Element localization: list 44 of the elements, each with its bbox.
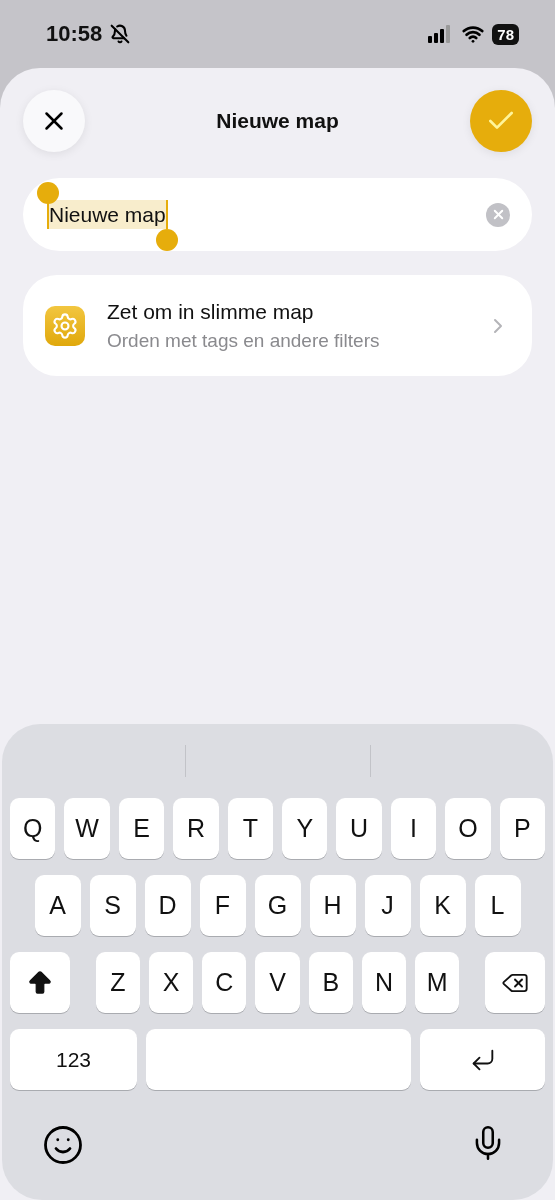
letter-key[interactable]: M <box>415 952 460 1013</box>
shift-key[interactable] <box>10 952 70 1013</box>
wifi-icon <box>462 23 485 45</box>
letter-key[interactable]: J <box>364 875 411 936</box>
letter-key[interactable]: K <box>419 875 466 936</box>
status-time: 10:58 <box>46 21 103 47</box>
letter-key[interactable]: L <box>474 875 521 936</box>
letter-key[interactable]: Z <box>95 952 140 1013</box>
backspace-key[interactable] <box>485 952 546 1013</box>
letter-key[interactable]: O <box>445 798 491 859</box>
selection-handle[interactable] <box>155 228 178 251</box>
row-title: Zet om in slimme map <box>107 299 315 324</box>
letter-key[interactable]: S <box>89 875 136 936</box>
folder-name-field[interactable]: Nieuwe map <box>23 178 532 251</box>
letter-key[interactable]: G <box>254 875 301 936</box>
letter-key[interactable]: T <box>227 798 274 859</box>
battery-level: 78 <box>492 23 519 45</box>
smart-folder-row[interactable]: Zet om in slimme map Orden met tags en andere filters <box>23 275 532 376</box>
letter-key[interactable]: A <box>34 875 81 936</box>
letter-key[interactable]: X <box>148 952 194 1013</box>
letter-key[interactable]: Y <box>282 798 328 859</box>
clear-button[interactable] <box>486 202 510 227</box>
letter-key[interactable]: V <box>255 952 300 1013</box>
letter-key[interactable]: U <box>336 798 382 859</box>
letter-key[interactable]: E <box>118 798 165 859</box>
letter-key[interactable]: W <box>64 798 110 859</box>
letter-key[interactable]: N <box>361 952 407 1013</box>
return-key[interactable] <box>420 1029 545 1090</box>
selected-text: Nieuwe map <box>47 199 168 229</box>
letter-key[interactable]: H <box>309 875 356 936</box>
selection-handle[interactable] <box>37 181 59 204</box>
emoji-button[interactable] <box>42 1124 84 1166</box>
letter-key[interactable]: B <box>308 952 353 1013</box>
letter-key[interactable]: P <box>499 798 546 859</box>
letter-key[interactable]: F <box>199 875 246 936</box>
letter-key[interactable]: Q <box>10 798 56 859</box>
letter-key[interactable]: R <box>173 798 219 859</box>
letter-key[interactable]: I <box>390 798 437 859</box>
gear-icon <box>45 305 85 346</box>
numbers-key[interactable]: 123 <box>10 1029 137 1090</box>
row-subtitle: Orden met tags en andere filters <box>107 329 381 352</box>
letter-key[interactable]: C <box>202 952 247 1013</box>
sheet-title: Nieuwe map <box>216 109 339 133</box>
letter-key[interactable]: D <box>144 875 191 936</box>
